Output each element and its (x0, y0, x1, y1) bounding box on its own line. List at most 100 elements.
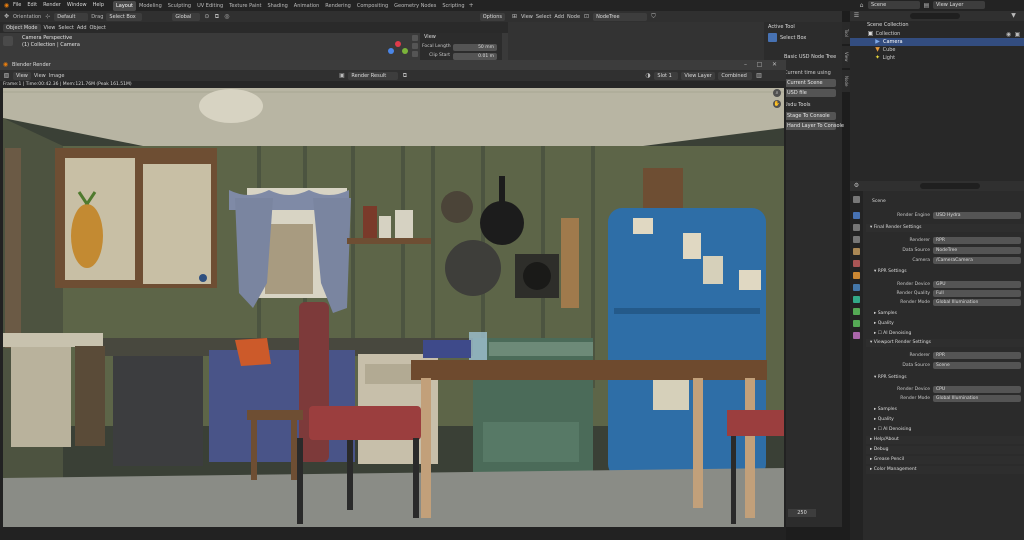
menu-help[interactable]: Help (90, 0, 107, 11)
properties-search-input[interactable] (920, 183, 980, 189)
viewport-menu-add[interactable]: Add (77, 25, 87, 31)
workspace-tab-scripting[interactable]: Scripting (439, 1, 467, 11)
outliner-row-cube[interactable]: ▼ Cube (874, 46, 1024, 54)
tab-node[interactable]: Node (842, 70, 850, 92)
camera-restrict-icon[interactable]: ▣ (1014, 31, 1021, 38)
zoom-in-icon[interactable]: ⌕ (773, 89, 781, 97)
vp-quality-section[interactable]: ▸ Quality (866, 416, 1024, 424)
viewport-menu-view[interactable]: View (44, 25, 56, 31)
menu-file[interactable]: File (10, 0, 24, 11)
scene-tab-icon[interactable] (853, 248, 860, 255)
color-management-section[interactable]: ▸ Color Management (866, 466, 1024, 474)
ai-denoising-section[interactable]: ▸ ☐ AI Denoising (866, 330, 1024, 338)
properties-type-icon[interactable]: ⚙ (853, 182, 860, 189)
blender-logo-icon[interactable]: ◉ (3, 2, 10, 9)
select-box-tool-icon[interactable] (768, 33, 777, 42)
zoom-icon[interactable] (412, 35, 418, 41)
maximize-icon[interactable]: □ (756, 61, 763, 68)
orientation-dropdown[interactable]: Default (54, 12, 89, 21)
node-tree-selector[interactable]: NodeTree (593, 12, 648, 21)
render-quality-dropdown[interactable]: Full (933, 289, 1021, 297)
camera-dropdown[interactable]: /CameraCamera (933, 256, 1021, 264)
render-menu-view-2[interactable]: View (34, 73, 46, 79)
gizmo-x-icon[interactable] (395, 41, 401, 47)
render-tab-icon[interactable] (853, 212, 860, 219)
snap-icon[interactable]: ⧉ (213, 13, 220, 20)
vp-data-source-dropdown[interactable]: Scene (933, 361, 1021, 369)
workspace-tab-sculpting[interactable]: Sculpting (165, 1, 194, 11)
node-menu-add[interactable]: Add (554, 14, 564, 20)
grease-pencil-section[interactable]: ▸ Grease Pencil (866, 456, 1024, 464)
scene-selector[interactable]: Scene (868, 1, 920, 9)
node-menu-select[interactable]: Select (536, 14, 551, 20)
workspace-tab-animation[interactable]: Animation (291, 1, 323, 11)
usd-file-button[interactable]: USD file (784, 89, 836, 97)
viewport-menu-select[interactable]: Select (58, 25, 73, 31)
data-tab-icon[interactable] (853, 332, 860, 339)
outliner-row-light[interactable]: ✦ Light (874, 54, 1024, 62)
transform-orientation-dropdown[interactable]: Global (172, 12, 201, 21)
fake-user-icon[interactable]: ⛉ (650, 13, 657, 20)
vp-renderer-dropdown[interactable]: RPR (933, 351, 1021, 359)
render-device-dropdown[interactable]: GPU (933, 280, 1021, 288)
tab-tool[interactable]: Tool (842, 22, 850, 44)
renderer-dropdown[interactable]: RPR (933, 236, 1021, 244)
output-tab-icon[interactable] (853, 224, 860, 231)
menu-edit[interactable]: Edit (24, 0, 40, 11)
node-menu-node[interactable]: Node (567, 14, 580, 20)
focal-length-field[interactable]: 50 mm (453, 44, 497, 51)
3d-viewport[interactable]: Camera Perspective (1) Collection | Came… (0, 33, 508, 60)
workspace-tab-geometry-nodes[interactable]: Geometry Nodes (391, 1, 439, 11)
pass-dropdown[interactable]: Combined (718, 71, 753, 80)
workspace-tab-compositing[interactable]: Compositing (354, 1, 391, 11)
slot-dropdown[interactable]: Slot 1 (654, 71, 679, 80)
workspace-tab-uv-editing[interactable]: UV Editing (194, 1, 226, 11)
filter-icon[interactable]: ▼ (1010, 12, 1017, 19)
frame-field[interactable]: 250 (788, 509, 816, 517)
world-tab-icon[interactable] (853, 260, 860, 267)
gizmo-z-icon[interactable] (388, 48, 394, 54)
physics-tab-icon[interactable] (853, 308, 860, 315)
select-tool-icon[interactable] (3, 36, 13, 46)
gizmo-y-icon[interactable] (402, 48, 408, 54)
options-dropdown[interactable]: Options (479, 12, 505, 21)
render-menu-image[interactable]: Image (49, 73, 65, 79)
transform-icon[interactable]: ✥ (3, 13, 10, 20)
outliner-row-collection[interactable]: ▣ Collection (867, 30, 1024, 38)
vp-rpr-settings-section[interactable]: ▾ RPR Settings (866, 374, 1024, 382)
pan-icon[interactable] (412, 43, 418, 49)
node-menu-view[interactable]: View (521, 14, 533, 20)
layer-to-console-button[interactable]: Hand Layer To Console (784, 122, 844, 130)
workspace-tab-modeling[interactable]: Modeling (136, 1, 165, 11)
object-tab-icon[interactable] (853, 272, 860, 279)
workspace-tab-texture-paint[interactable]: Texture Paint (226, 1, 264, 11)
debug-section[interactable]: ▸ Debug (866, 446, 1024, 454)
vp-render-mode-dropdown[interactable]: Global Illumination (933, 394, 1021, 402)
constraints-tab-icon[interactable] (853, 320, 860, 327)
render-mode-dropdown[interactable]: Global Illumination (933, 298, 1021, 306)
menu-window[interactable]: Window (64, 0, 90, 11)
visibility-icon[interactable]: ◉ (1005, 31, 1012, 38)
image-browse-icon[interactable]: ▣ (338, 72, 345, 79)
drag-dropdown[interactable]: Select Box (106, 12, 143, 21)
object-mode-dropdown[interactable]: Object Mode (3, 23, 41, 32)
view-layer-dropdown[interactable]: View Layer (681, 71, 716, 80)
pan-hand-icon[interactable]: ✋ (773, 100, 781, 108)
view-layer-tab-icon[interactable] (853, 236, 860, 243)
workspace-tab-layout[interactable]: Layout (113, 0, 136, 11)
viewport-render-settings-section[interactable]: ▾ Viewport Render Settings (866, 339, 1024, 347)
camera-view-icon[interactable] (412, 51, 418, 57)
vp-samples-section[interactable]: ▸ Samples (866, 406, 1024, 414)
outliner-row-camera[interactable]: ▶ Camera (850, 38, 1024, 46)
editor-type-icon[interactable]: ⊞ (511, 13, 518, 20)
render-result-image[interactable] (3, 88, 784, 527)
render-window-titlebar[interactable]: ◉ Blender Render – □ ✕ (0, 60, 786, 70)
tab-view[interactable]: View (842, 46, 850, 68)
outliner-type-icon[interactable]: ☰ (853, 12, 860, 19)
help-about-section[interactable]: ▸ Help/About (866, 436, 1024, 444)
render-menu-view-1[interactable]: View (13, 71, 31, 80)
clip-start-field[interactable]: 0.01 m (453, 53, 497, 60)
stage-to-console-button[interactable]: Stage To Console (784, 112, 836, 120)
samples-section[interactable]: ▸ Samples (866, 310, 1024, 318)
data-source-dropdown[interactable]: NodeTree (933, 246, 1021, 254)
